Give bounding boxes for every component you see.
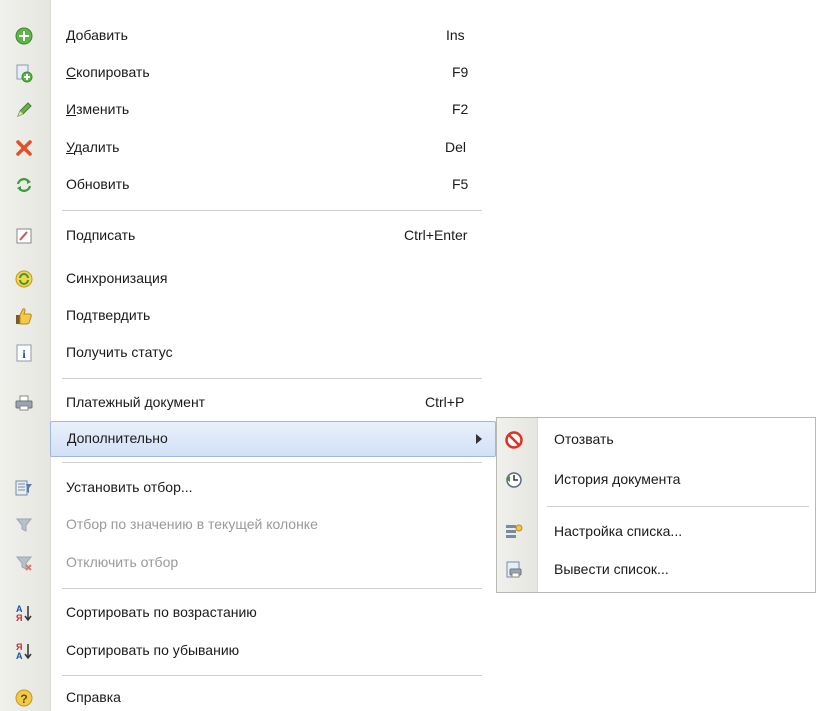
submenu-item-label: Отозвать [554,431,614,447]
filter-off-icon [14,553,34,573]
submenu-arrow-icon [476,434,482,444]
history-icon [504,470,524,490]
menu-item-label: Синхронизация [66,270,168,286]
menu-item-refresh[interactable]: Обновить F5 [0,167,496,203]
menu-item-edit[interactable]: Изменить F2 [0,92,496,128]
menu-item-label: Удалить [66,139,120,155]
menu-item-more[interactable]: Дополнительно [50,421,496,457]
revoke-icon [504,430,524,450]
menu-item-label: Сортировать по возрастанию [66,604,257,620]
menu-item-get-status[interactable]: i Получить статус [0,335,496,371]
menu-item-label: Платежный документ [66,394,206,410]
menu-item-label: Изменить [66,101,130,117]
shortcut-label: F2 [452,101,469,117]
menu-item-label: Отбор по значению в текущей колонке [66,516,318,532]
shortcut-label: F5 [452,176,469,192]
svg-text:А: А [16,651,23,661]
menu-item-label: Обновить [66,176,130,192]
menu-item-label: Справка [66,689,121,705]
menu-item-sync[interactable]: Синхронизация [0,261,496,297]
menu-separator [547,506,809,507]
refresh-icon [14,175,34,195]
info-icon: i [14,343,34,363]
submenu-item-print-list[interactable]: Вывести список... [497,552,815,588]
shortcut-label: Ins [446,27,465,43]
menu-item-set-filter[interactable]: Установить отбор... [0,470,496,506]
menu-item-label: Скопировать [66,64,150,80]
menu-item-copy[interactable]: Скопировать F9 [0,55,496,91]
sync-icon [14,269,34,289]
submenu-item-list-settings[interactable]: Настройка списка... [497,514,815,550]
menu-item-disable-filter[interactable]: Отключить отбор [0,545,496,581]
menu-separator [62,210,482,211]
menu-item-sort-asc[interactable]: АЯ Сортировать по возрастанию [0,595,496,631]
svg-text:?: ? [20,692,27,706]
shortcut-label: F9 [452,64,469,80]
sort-desc-icon: ЯА [14,641,34,661]
shortcut-label: Ctrl+P [425,394,465,410]
menu-item-confirm[interactable]: Подтвердить [0,298,496,334]
context-menu: Добавить Ins Скопировать F9 Изменить F2 … [0,0,496,711]
menu-item-label: Отключить отбор [66,554,179,570]
submenu-item-label: Настройка списка... [554,523,683,539]
submenu-item-history[interactable]: История документа [497,462,815,498]
menu-separator [62,675,482,676]
menu-separator [62,588,482,589]
menu-item-label: Получить статус [66,344,173,360]
menu-item-label: Добавить [66,27,128,43]
pencil-icon [14,100,34,120]
svg-text:Я: Я [16,613,22,623]
sign-icon [14,226,34,246]
submenu-item-label: История документа [554,471,681,487]
shortcut-label: Ctrl+Enter [404,227,468,243]
thumbs-up-icon [14,306,34,326]
filter-set-icon [14,478,34,498]
delete-icon [14,138,34,158]
menu-item-label: Установить отбор... [66,479,193,495]
add-icon [14,26,34,46]
menu-separator [62,462,482,463]
menu-item-label: Дополнительно [67,430,168,446]
sort-asc-icon: АЯ [14,603,34,623]
submenu-item-revoke[interactable]: Отозвать [497,422,815,458]
copy-icon [14,63,34,83]
print-icon [14,393,34,413]
submenu-item-label: Вывести список... [554,561,669,577]
menu-item-label: Подписать [66,227,136,243]
menu-item-filter-by-value[interactable]: Отбор по значению в текущей колонке [0,507,496,543]
submenu-more: Отозвать История документа Настройка спи… [496,417,816,593]
menu-item-help[interactable]: ? Справка [0,680,496,711]
filter-icon [14,515,34,535]
menu-item-sign[interactable]: Подписать Ctrl+Enter [0,218,496,254]
shortcut-label: Del [445,139,467,155]
menu-separator [62,378,482,379]
menu-item-label: Подтвердить [66,307,151,323]
menu-item-payment-document[interactable]: Платежный документ Ctrl+P [0,385,496,421]
print-list-icon [504,560,524,580]
help-icon: ? [14,688,34,708]
list-settings-icon [504,522,524,542]
menu-item-label: Сортировать по убыванию [66,642,240,658]
menu-item-sort-desc[interactable]: ЯА Сортировать по убыванию [0,633,496,669]
menu-item-delete[interactable]: Удалить Del [0,130,496,166]
menu-item-add[interactable]: Добавить Ins [0,18,496,54]
